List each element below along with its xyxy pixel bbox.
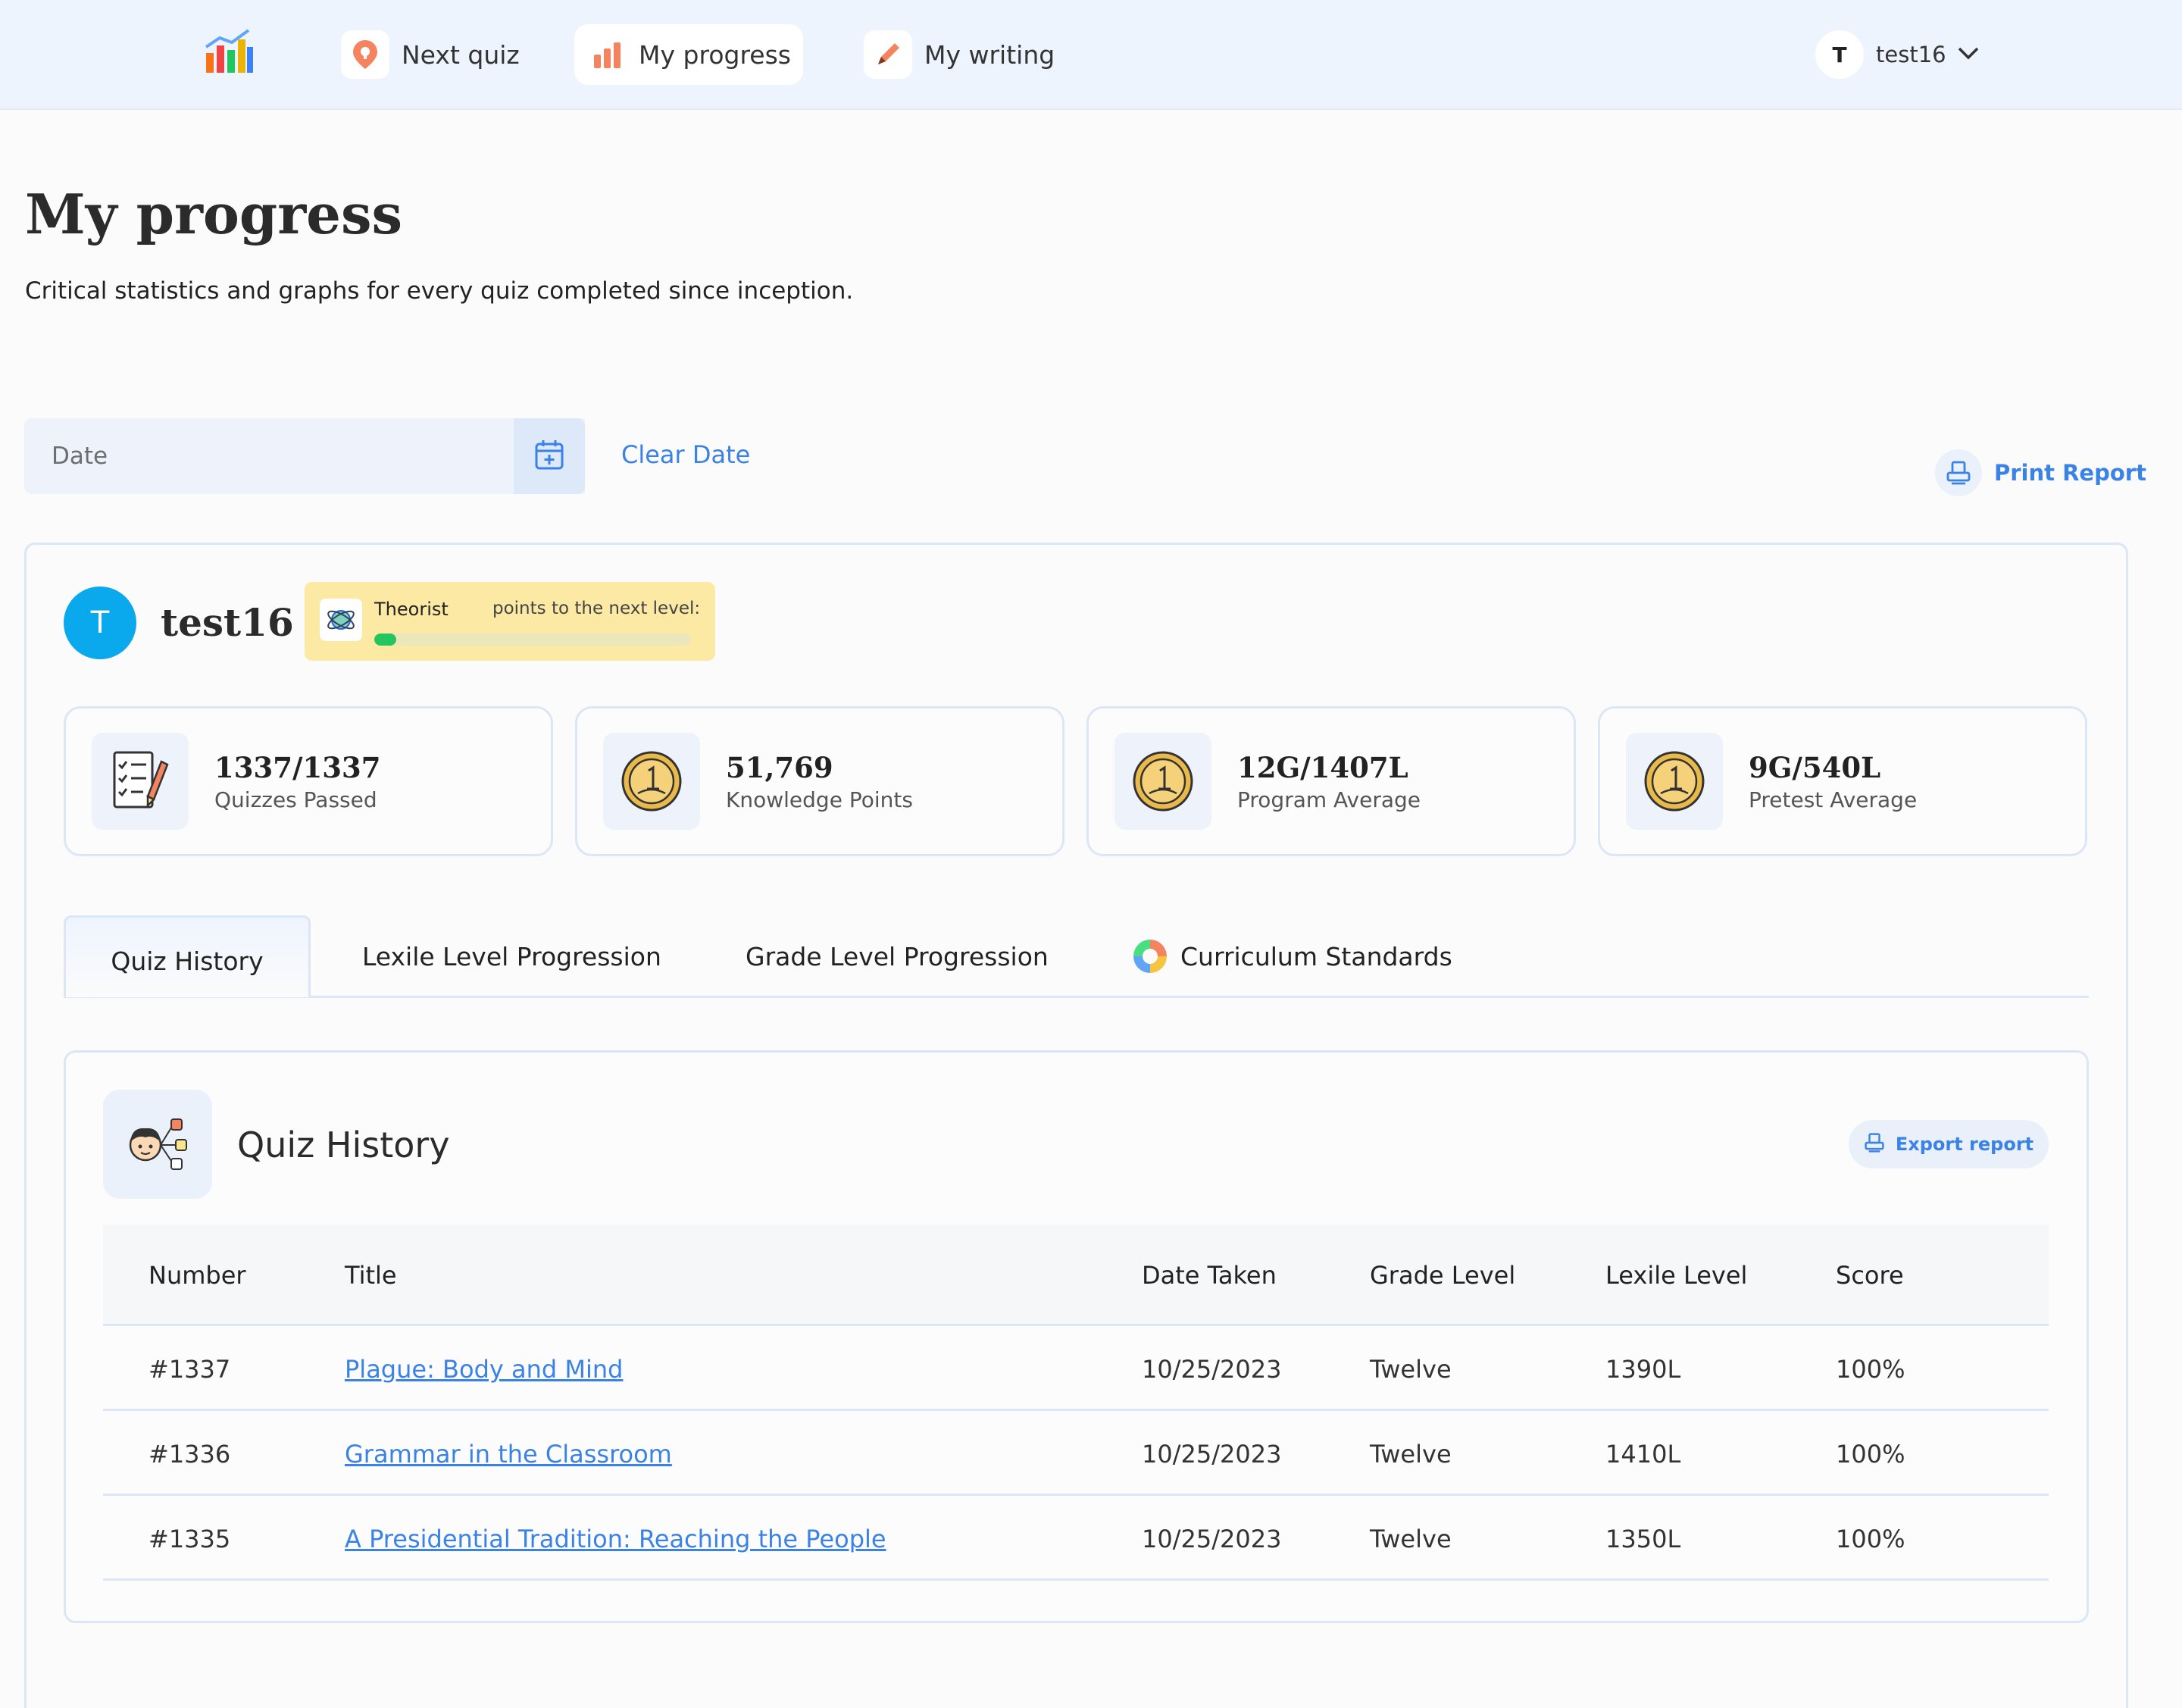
user-menu[interactable]: T test16: [1815, 30, 1980, 79]
cell-grade: Twelve: [1370, 1525, 1452, 1553]
stat-card-quizzes: 1337/1337 Quizzes Passed: [64, 706, 553, 856]
nav-next-quiz[interactable]: Next quiz: [327, 24, 532, 85]
stat-label: Program Average: [1237, 787, 1421, 812]
quiz-history-title: Quiz History: [237, 1125, 450, 1165]
tab-grade-level-progression[interactable]: Grade Level Progression: [746, 915, 1049, 997]
nav-label: Next quiz: [402, 39, 520, 70]
quiz-title-link[interactable]: A Presidential Tradition: Reaching the P…: [345, 1525, 886, 1553]
top-navigation-bar: Next quiz My progress My writing T test1…: [0, 0, 2182, 110]
stat-label: Pretest Average: [1749, 787, 1918, 812]
stat-card-knowledge-points: 51,769 Knowledge Points: [575, 706, 1064, 856]
level-progress-bar: [374, 633, 691, 646]
app-logo-icon[interactable]: [203, 27, 255, 76]
student-diagram-icon: [103, 1090, 212, 1199]
stat-label: Quizzes Passed: [214, 787, 377, 812]
level-next-label: points to the next level:: [492, 599, 701, 618]
pie-chart-icon: [1132, 938, 1168, 974]
stat-value: 1337/1337: [214, 751, 381, 784]
tab-quiz-history[interactable]: Quiz History: [64, 915, 311, 997]
profile-name: test16: [161, 600, 294, 645]
cell-number: #1336: [148, 1440, 231, 1469]
level-badge: Theorist points to the next level:: [305, 582, 715, 661]
quiz-title-link[interactable]: Plague: Body and Mind: [345, 1355, 623, 1384]
page-subtitle: Critical statistics and graphs for every…: [25, 277, 854, 305]
cell-date: 10/25/2023: [1142, 1355, 1282, 1384]
level-progress-fill: [374, 633, 397, 646]
printer-icon: [1935, 449, 1982, 496]
print-report-button[interactable]: Print Report: [1935, 449, 2146, 497]
checklist-icon: [92, 733, 189, 830]
nav-label: My writing: [924, 39, 1055, 70]
pencil-icon: [864, 30, 912, 79]
atom-globe-icon: [320, 599, 362, 641]
nav-label: My progress: [639, 39, 791, 70]
tab-lexile-level-progression[interactable]: Lexile Level Progression: [362, 915, 661, 997]
gold-coin-icon: [1626, 733, 1723, 830]
calendar-button[interactable]: [514, 418, 585, 494]
lightbulb-pin-icon: [341, 30, 389, 79]
cell-grade: Twelve: [1370, 1440, 1452, 1469]
quiz-title-link[interactable]: Grammar in the Classroom: [345, 1440, 672, 1469]
column-header[interactable]: Grade Level: [1370, 1261, 1515, 1290]
column-header[interactable]: Date Taken: [1142, 1261, 1277, 1290]
nav-my-progress[interactable]: My progress: [574, 24, 803, 85]
cell-grade: Twelve: [1370, 1355, 1452, 1384]
calendar-add-icon: [534, 439, 564, 474]
export-report-button[interactable]: Export report: [1849, 1120, 2049, 1168]
gold-coin-icon: [603, 733, 700, 830]
bar-chart-icon: [588, 30, 627, 79]
cell-lexile: 1350L: [1605, 1525, 1681, 1553]
stat-value: 9G/540L: [1749, 751, 1881, 784]
user-name: test16: [1876, 42, 1946, 67]
date-input[interactable]: [24, 418, 585, 494]
column-header[interactable]: Title: [345, 1261, 397, 1290]
cell-score: 100%: [1836, 1440, 1905, 1469]
cell-number: #1337: [148, 1355, 231, 1384]
stat-card-program-average: 12G/1407L Program Average: [1086, 706, 1576, 856]
clear-date-link[interactable]: Clear Date: [621, 440, 750, 469]
nav-my-writing[interactable]: My writing: [850, 24, 1067, 85]
column-header[interactable]: Score: [1836, 1261, 1904, 1290]
cell-number: #1335: [148, 1525, 231, 1553]
export-report-label: Export report: [1895, 1134, 2034, 1155]
level-name: Theorist: [374, 599, 449, 620]
column-header[interactable]: Lexile Level: [1605, 1261, 1747, 1290]
stat-value: 51,769: [726, 751, 833, 784]
chevron-down-icon: [1957, 45, 1980, 64]
cell-lexile: 1410L: [1605, 1440, 1681, 1469]
cell-date: 10/25/2023: [1142, 1440, 1282, 1469]
page-title: My progress: [25, 182, 403, 246]
cell-lexile: 1390L: [1605, 1355, 1681, 1384]
profile-avatar: T: [64, 587, 136, 659]
printer-icon: [1864, 1133, 1885, 1156]
gold-coin-icon: [1114, 733, 1211, 830]
tab-label: Curriculum Standards: [1180, 941, 1452, 971]
cell-score: 100%: [1836, 1355, 1905, 1384]
cell-date: 10/25/2023: [1142, 1525, 1282, 1553]
user-avatar: T: [1815, 30, 1864, 79]
stat-value: 12G/1407L: [1237, 751, 1408, 784]
tab-curriculum-standards[interactable]: Curriculum Standards: [1132, 915, 1452, 997]
column-header[interactable]: Number: [148, 1261, 246, 1290]
print-report-label: Print Report: [1994, 460, 2146, 486]
cell-score: 100%: [1836, 1525, 1905, 1553]
stat-label: Knowledge Points: [726, 787, 913, 812]
stat-card-pretest-average: 9G/540L Pretest Average: [1598, 706, 2087, 856]
